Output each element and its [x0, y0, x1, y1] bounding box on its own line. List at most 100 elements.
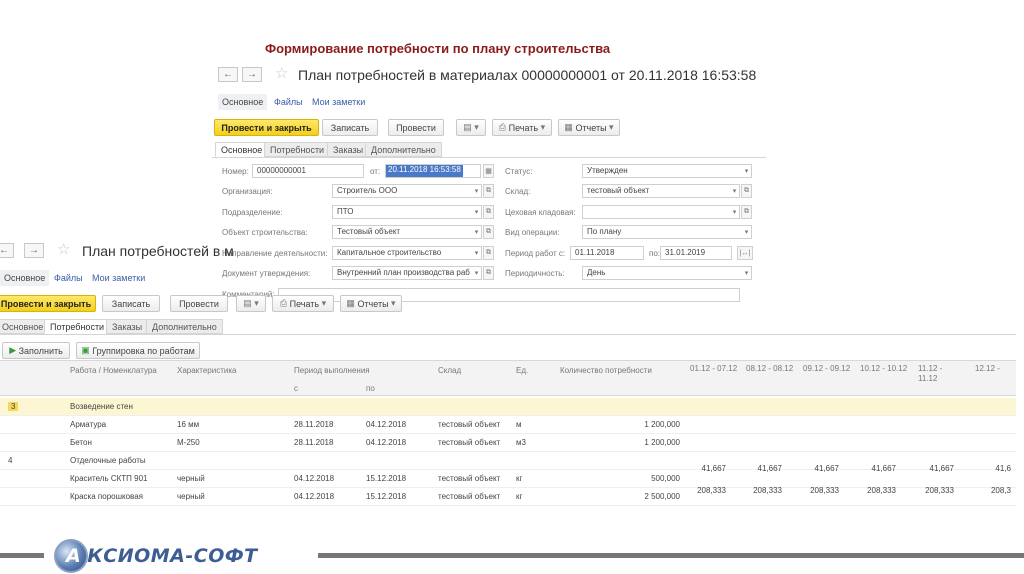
favorite-star-icon[interactable]: ☆ [57, 240, 70, 258]
col-period-5[interactable]: 11.12 - 11.12 [918, 364, 958, 384]
table-row[interactable] [0, 416, 1016, 434]
logo-text: КСИОМА-СОФТ [87, 545, 258, 567]
reports-icon: ▦ [346, 298, 358, 308]
save-button[interactable]: Записать [322, 119, 378, 136]
shop-storage-label: Цеховая кладовая: [505, 208, 576, 217]
shop-storage-field[interactable] [582, 205, 740, 219]
back-button[interactable]: ← [0, 243, 14, 258]
cell-characteristic: черный [177, 492, 205, 501]
open-link-icon[interactable]: ⧉ [741, 205, 752, 219]
window-title: План потребностей в м [82, 243, 234, 259]
cell-period-to: 15.12.2018 [366, 492, 407, 501]
tab-needs[interactable]: Потребности [44, 319, 111, 334]
forward-button[interactable]: → [24, 243, 44, 258]
cell-warehouse: тестовый объект [438, 438, 501, 447]
cell-quantity: 2 500,000 [644, 492, 680, 501]
cell-period-from: 04.12.2018 [294, 492, 335, 501]
cell-period-value: 208,333 [810, 486, 839, 495]
cell-period-value: 208,333 [697, 486, 726, 495]
post-button[interactable]: Провести [388, 119, 444, 136]
chevron-down-icon[interactable]: ▾ [741, 164, 752, 178]
cell-period-value: 208,333 [867, 486, 896, 495]
nav-link-main[interactable]: Основное [0, 270, 50, 286]
grouping-icon: ▣ [81, 345, 93, 355]
cell-unit: м [516, 420, 522, 429]
col-period-4[interactable]: 10.12 - 10.12 [860, 364, 907, 373]
back-button[interactable]: ← [218, 67, 238, 82]
tab-additional[interactable]: Дополнительно [146, 319, 223, 334]
col-period-1[interactable]: 01.12 - 07.12 [690, 364, 737, 373]
status-field[interactable]: Утвержден [582, 164, 752, 178]
nav-link-main[interactable]: Основное [218, 94, 268, 110]
create-based-on-button[interactable]: ▤ ▾ [456, 119, 486, 136]
tab-orders[interactable]: Заказы [106, 319, 149, 334]
save-button[interactable]: Записать [102, 295, 160, 312]
cell-warehouse: тестовый объект [438, 474, 501, 483]
logo-letter: А [66, 545, 82, 567]
col-period-3[interactable]: 09.12 - 09.12 [803, 364, 850, 373]
nav-link-files[interactable]: Файлы [54, 273, 83, 283]
number-field[interactable]: 00000000001 [252, 164, 364, 178]
cell-unit: кг [516, 474, 523, 483]
organization-field[interactable]: Строитель ООО [332, 184, 482, 198]
nav-link-notes[interactable]: Мои заметки [312, 97, 365, 107]
date-value: 20.11.2018 16:53:58 [386, 165, 463, 177]
print-button[interactable]: ⎙ Печать ▾ [272, 295, 334, 312]
post-button[interactable]: Провести [170, 295, 228, 312]
col-work[interactable]: Работа / Номенклатура [70, 366, 157, 375]
tab-main[interactable]: Основное [0, 319, 50, 334]
reports-label: Отчеты [357, 298, 389, 309]
col-unit[interactable]: Ед. [516, 366, 528, 375]
tab-additional[interactable]: Дополнительно [365, 142, 442, 157]
col-period-2[interactable]: 08.12 - 08.12 [746, 364, 793, 373]
cell-quantity: 1 200,000 [644, 438, 680, 447]
post-and-close-button[interactable]: Провести и закрыть [0, 295, 96, 312]
calendar-icon[interactable]: ▦ [483, 164, 494, 178]
group-by-works-button[interactable]: ▣ Группировка по работам [76, 342, 200, 359]
chevron-down-icon[interactable]: ▾ [471, 205, 482, 219]
number-label: Номер: [222, 167, 249, 176]
col-warehouse[interactable]: Склад [438, 366, 461, 375]
reports-button[interactable]: ▦ Отчеты ▾ [558, 119, 620, 136]
col-period-6[interactable]: 12.12 - [975, 364, 1000, 373]
create-based-on-button[interactable]: ▤ ▾ [236, 295, 266, 312]
favorite-star-icon[interactable]: ☆ [275, 64, 288, 82]
department-field[interactable]: ПТО [332, 205, 482, 219]
row-number: 4 [8, 456, 13, 465]
table-row[interactable] [0, 434, 1016, 452]
forward-button[interactable]: → [242, 67, 262, 82]
cell-warehouse: тестовый объект [438, 420, 501, 429]
fill-button[interactable]: ▶ Заполнить [2, 342, 70, 359]
open-link-icon[interactable]: ⧉ [483, 184, 494, 198]
date-field[interactable]: 20.11.2018 16:53:58 [385, 164, 481, 178]
nav-link-files[interactable]: Файлы [274, 97, 303, 107]
table-row[interactable] [0, 398, 1016, 416]
tab-orders[interactable]: Заказы [327, 142, 370, 157]
chevron-down-icon: ▾ [606, 122, 614, 132]
divider [0, 553, 44, 558]
col-period-from[interactable]: с [294, 384, 298, 393]
printer-icon: ⎙ [279, 298, 290, 308]
chevron-down-icon[interactable]: ▾ [729, 184, 740, 198]
open-link-icon[interactable]: ⧉ [483, 205, 494, 219]
organization-label: Организация: [222, 187, 273, 196]
warehouse-label: Склад: [505, 187, 531, 196]
print-button[interactable]: ⎙ Печать ▾ [492, 119, 552, 136]
col-quantity[interactable]: Количество потребности [560, 366, 652, 375]
tab-main[interactable]: Основное [215, 142, 269, 157]
reports-button[interactable]: ▦ Отчеты ▾ [340, 295, 402, 312]
tab-needs[interactable]: Потребности [264, 142, 331, 157]
col-characteristic[interactable]: Характеристика [177, 366, 236, 375]
post-and-close-button[interactable]: Провести и закрыть [214, 119, 319, 136]
open-link-icon[interactable]: ⧉ [741, 184, 752, 198]
warehouse-field[interactable]: тестовый объект [582, 184, 740, 198]
post-label: Провести [179, 298, 219, 309]
department-label: Подразделение: [222, 208, 283, 217]
col-period-to[interactable]: по [366, 384, 375, 393]
chevron-down-icon[interactable]: ▾ [471, 184, 482, 198]
cell-unit: м3 [516, 438, 526, 447]
chevron-down-icon[interactable]: ▾ [729, 205, 740, 219]
nav-link-notes[interactable]: Мои заметки [92, 273, 145, 283]
cell-unit: кг [516, 492, 523, 501]
col-period[interactable]: Период выполнения [294, 366, 370, 375]
